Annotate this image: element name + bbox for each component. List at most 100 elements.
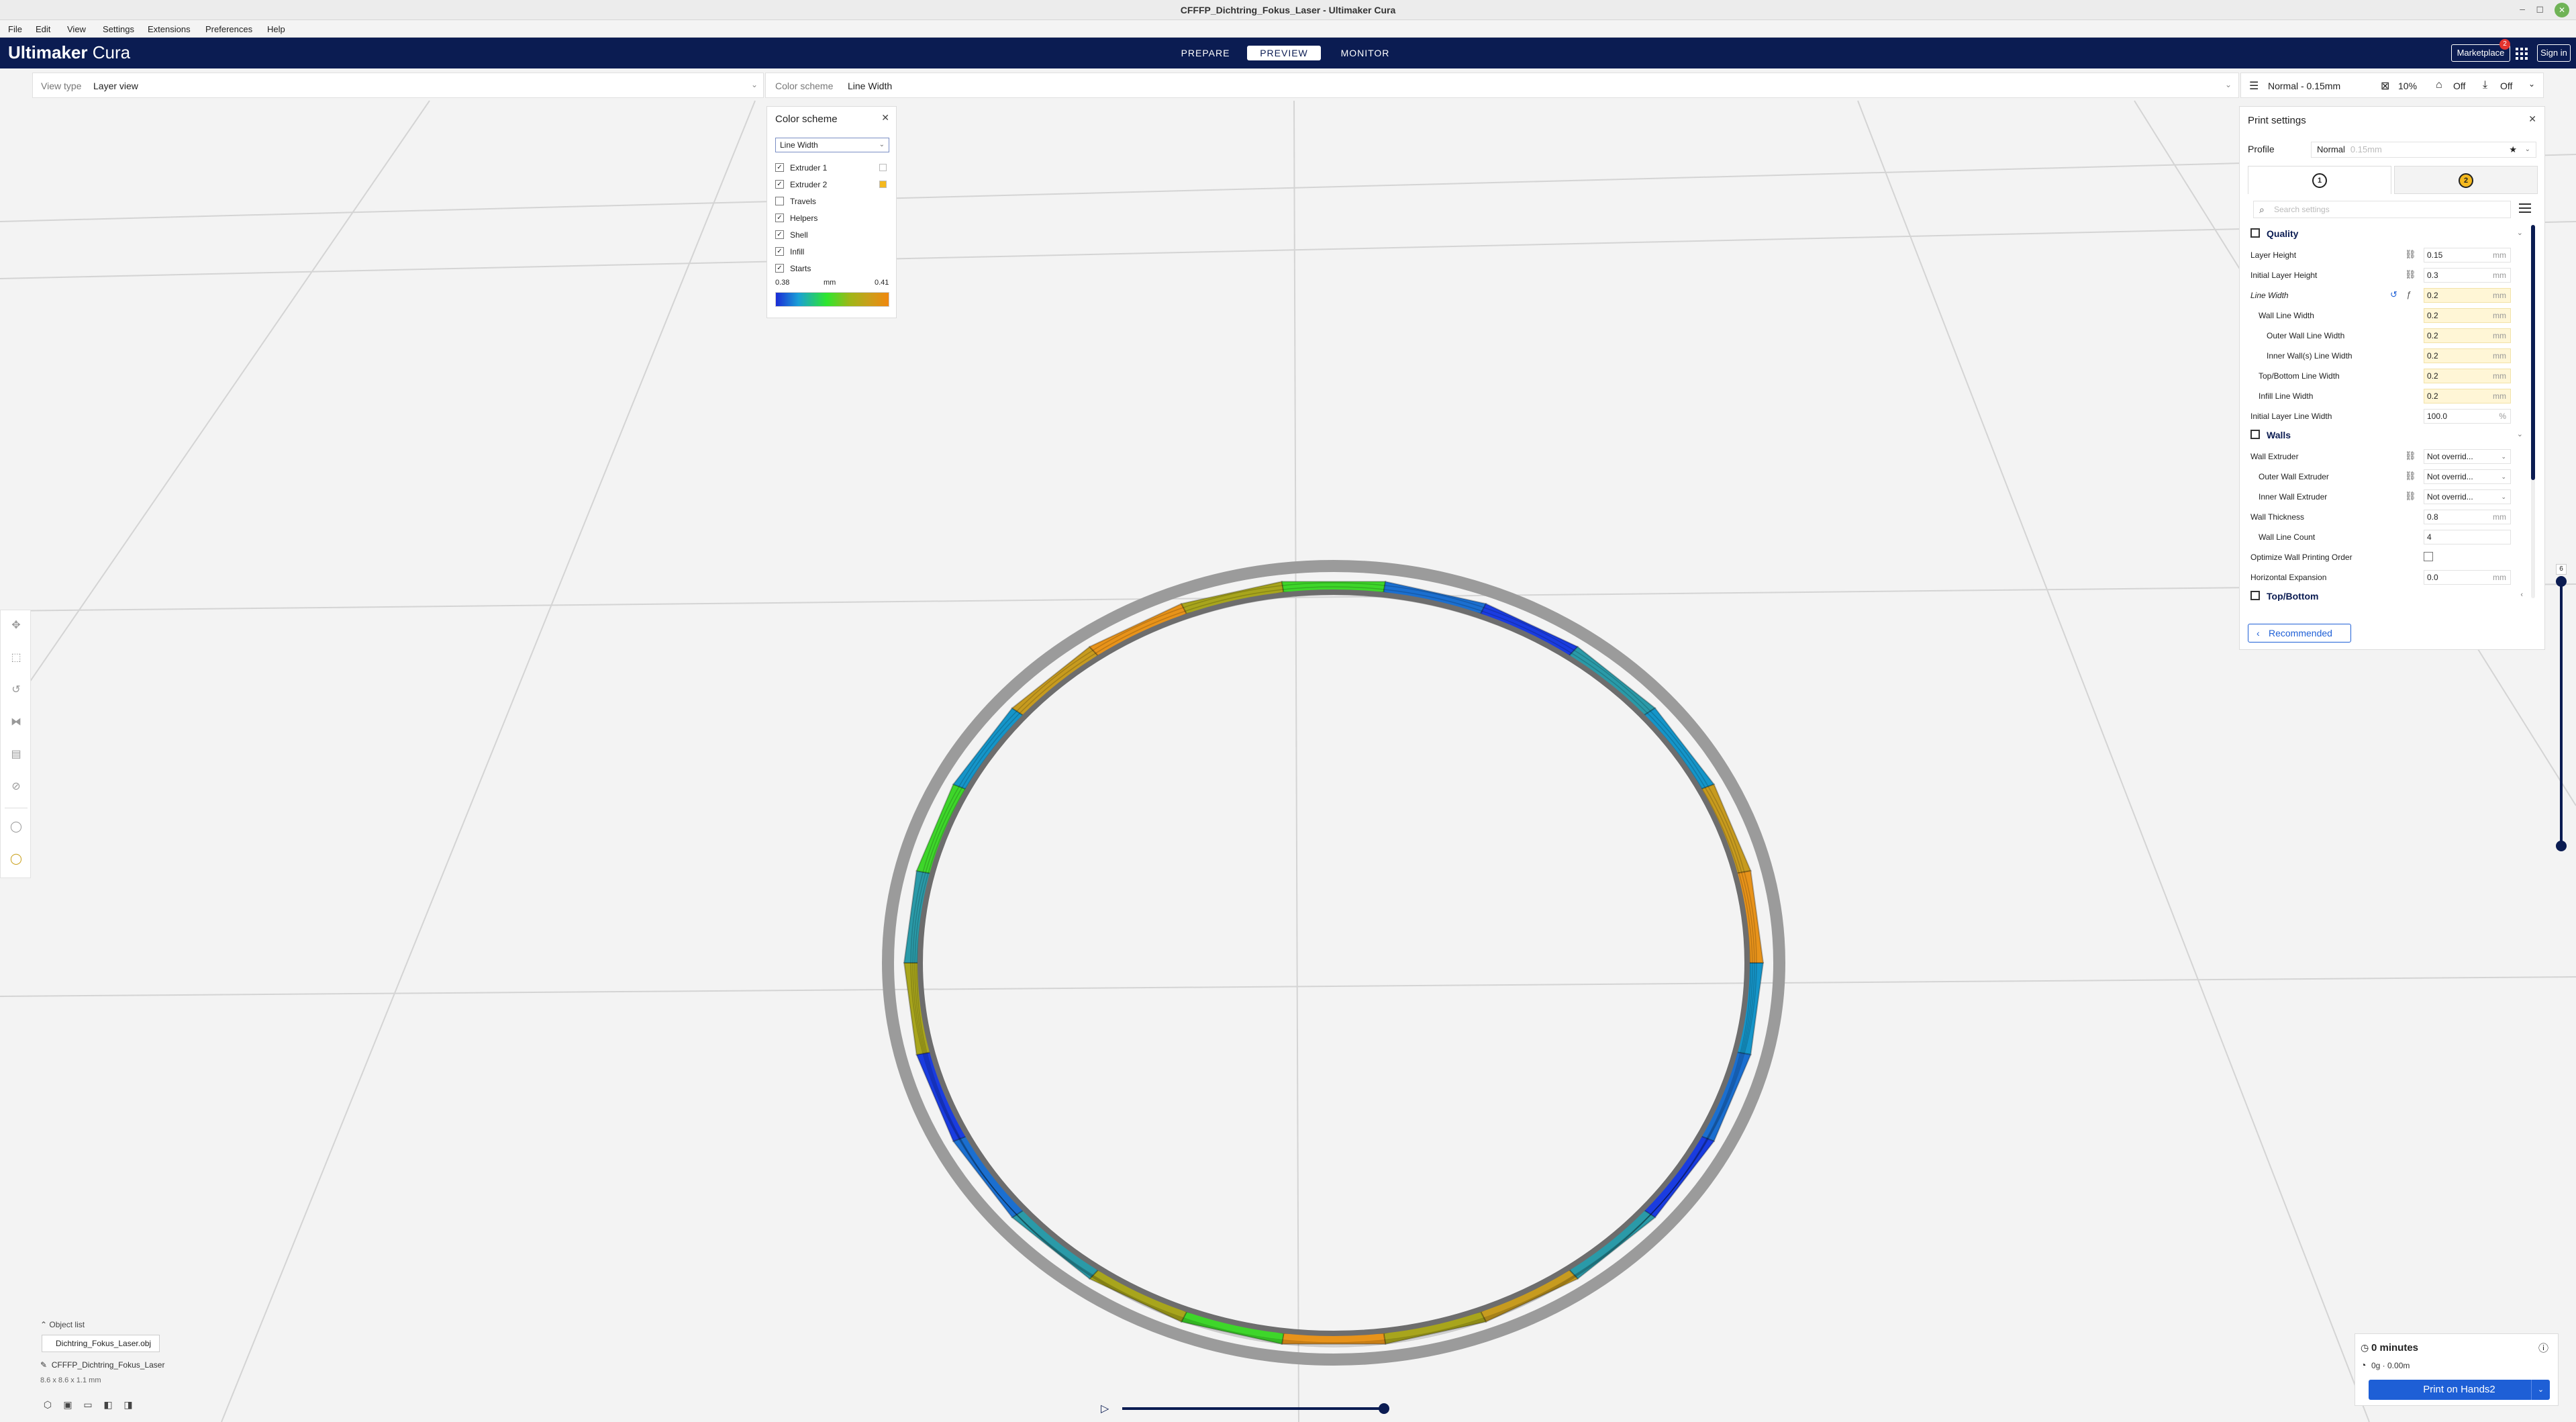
settings-list[interactable]: Quality ⌄ Layer Height ⛓ 0.15 mm Initial Layer…: [2248, 225, 2528, 601]
rotate-tool-icon[interactable]: ↺: [9, 683, 23, 698]
menu-file[interactable]: File: [8, 24, 22, 34]
layer-slider-track[interactable]: [2560, 579, 2563, 847]
color-scheme-select[interactable]: Line Width ⌄: [775, 138, 889, 152]
setting-row[interactable]: Line Width ↺ ƒ 0.2 mm: [2248, 285, 2528, 305]
chevron-down-icon[interactable]: ⌄: [2528, 79, 2535, 89]
menu-view[interactable]: View: [67, 24, 86, 34]
menu-preferences[interactable]: Preferences: [205, 24, 252, 34]
setting-row[interactable]: Top/Bottom Line Width 0.2 mm: [2248, 366, 2528, 386]
menu-settings[interactable]: Settings: [103, 24, 134, 34]
link-icon[interactable]: ⛓: [2405, 471, 2416, 481]
layer-slider[interactable]: 6: [2556, 564, 2567, 851]
setting-input[interactable]: 0.8 mm: [2424, 510, 2511, 524]
function-icon[interactable]: ƒ: [2406, 289, 2411, 299]
color-scheme-item[interactable]: ✓ Extruder 2: [775, 179, 889, 191]
setting-dropdown[interactable]: Not overrid... ⌄: [2424, 489, 2511, 504]
view-type-bar[interactable]: View type Layer view ⌄: [32, 73, 764, 98]
checkbox[interactable]: ✓: [775, 247, 784, 256]
link-icon[interactable]: ⛓: [2405, 269, 2416, 280]
setting-row[interactable]: Initial Layer Height ⛓ 0.3 mm: [2248, 265, 2528, 285]
color-scheme-value[interactable]: Line Width: [848, 81, 892, 91]
close-window-icon[interactable]: ✕: [2555, 3, 2569, 17]
stage-monitor[interactable]: MONITOR: [1334, 46, 1396, 60]
path-slider-track[interactable]: [1122, 1407, 1388, 1410]
checkbox[interactable]: ✓: [775, 214, 784, 222]
checkbox[interactable]: ✓: [775, 163, 784, 172]
per-model-settings-icon[interactable]: ▤: [9, 747, 23, 762]
link-icon[interactable]: ⛓: [2405, 491, 2416, 502]
reset-icon[interactable]: ↺: [2390, 289, 2397, 300]
category-walls[interactable]: Walls ⌄: [2248, 426, 2528, 444]
setting-row[interactable]: Outer Wall Line Width 0.2 mm: [2248, 326, 2528, 346]
minimize-icon[interactable]: –: [2520, 3, 2525, 14]
color-scheme-item[interactable]: Travels: [775, 195, 889, 207]
search-settings-input[interactable]: ⌕ Search settings: [2253, 201, 2511, 218]
chevron-down-icon[interactable]: ⌄: [751, 80, 758, 89]
menu-help[interactable]: Help: [267, 24, 285, 34]
setting-input[interactable]: 0.2 mm: [2424, 328, 2511, 343]
setting-row[interactable]: Outer Wall Extruder ⛓ Not overrid... ⌄: [2248, 467, 2528, 487]
color-scheme-bar[interactable]: Color scheme Line Width ⌄: [765, 73, 2239, 98]
left-view-icon[interactable]: ◧: [101, 1399, 115, 1411]
menu-edit[interactable]: Edit: [36, 24, 50, 34]
3d-view-icon[interactable]: ⬡: [40, 1399, 55, 1411]
color-scheme-item[interactable]: ✓ Infill: [775, 246, 889, 258]
recommended-button[interactable]: ‹ Recommended: [2248, 624, 2351, 643]
extruder-1-icon[interactable]: ◯: [9, 820, 23, 835]
move-tool-icon[interactable]: ✥: [9, 618, 23, 633]
category-top_bottom[interactable]: Top/Bottom ‹: [2248, 587, 2528, 601]
setting-input[interactable]: 0.2 mm: [2424, 389, 2511, 404]
support-blocker-icon[interactable]: ⊘: [9, 779, 23, 794]
color-scheme-item[interactable]: ✓ Helpers: [775, 212, 889, 224]
sliced-ring-model[interactable]: [882, 560, 1785, 1366]
setting-input[interactable]: 4: [2424, 530, 2511, 544]
extruder-2-icon[interactable]: ◯: [9, 852, 23, 867]
settings-scrollbar[interactable]: [2531, 225, 2535, 598]
setting-row[interactable]: Wall Extruder ⛓ Not overrid... ⌄: [2248, 446, 2528, 467]
checkbox[interactable]: ✓: [775, 230, 784, 239]
setting-dropdown[interactable]: Not overrid... ⌄: [2424, 469, 2511, 484]
profile-select[interactable]: Normal 0.15mm ★ ⌄: [2311, 142, 2536, 158]
layer-number[interactable]: 6: [2556, 564, 2567, 575]
info-icon[interactable]: ⓘ: [2538, 1341, 2548, 1355]
setting-input[interactable]: 0.15 mm: [2424, 248, 2511, 263]
3d-viewport[interactable]: [0, 68, 2576, 1422]
category-quality[interactable]: Quality ⌄: [2248, 225, 2528, 242]
right-view-icon[interactable]: ◨: [121, 1399, 136, 1411]
setting-row[interactable]: Wall Line Width 0.2 mm: [2248, 305, 2528, 326]
setting-input[interactable]: 0.0 mm: [2424, 570, 2511, 585]
stage-prepare[interactable]: PREPARE: [1176, 46, 1235, 60]
setting-row[interactable]: Wall Line Count 4: [2248, 527, 2528, 547]
setting-input[interactable]: 0.2 mm: [2424, 369, 2511, 383]
view-type-value[interactable]: Layer view: [93, 81, 138, 91]
checkbox[interactable]: [775, 197, 784, 205]
setting-row[interactable]: Layer Height ⛓ 0.15 mm: [2248, 245, 2528, 265]
play-icon[interactable]: ▷: [1101, 1402, 1109, 1415]
object-list-item[interactable]: Dichtring_Fokus_Laser.obj: [42, 1335, 160, 1352]
setting-dropdown[interactable]: Not overrid... ⌄: [2424, 449, 2511, 464]
setting-row[interactable]: Horizontal Expansion 0.0 mm: [2248, 567, 2528, 587]
maximize-icon[interactable]: ◻: [2536, 3, 2544, 15]
support-summary[interactable]: Off: [2453, 81, 2465, 91]
print-button[interactable]: Print on Hands2 ⌄: [2369, 1380, 2550, 1400]
setting-row[interactable]: Infill Line Width 0.2 mm: [2248, 386, 2528, 406]
link-icon[interactable]: ⛓: [2405, 249, 2416, 260]
tab-extruder-1[interactable]: 1: [2248, 166, 2391, 194]
chevron-down-icon[interactable]: ⌄: [2531, 1380, 2550, 1400]
color-scheme-item[interactable]: ✓ Starts: [775, 263, 889, 275]
setting-input[interactable]: 0.2 mm: [2424, 348, 2511, 363]
link-icon[interactable]: ⛓: [2405, 451, 2416, 461]
layer-slider-bottom-handle[interactable]: [2556, 841, 2567, 851]
setting-checkbox[interactable]: [2424, 552, 2433, 561]
close-icon[interactable]: ✕: [881, 112, 889, 124]
chevron-down-icon[interactable]: ⌄: [2225, 80, 2232, 89]
front-view-icon[interactable]: ▣: [60, 1399, 75, 1411]
setting-row[interactable]: Optimize Wall Printing Order: [2248, 547, 2528, 567]
profile-summary[interactable]: Normal - 0.15mm: [2268, 81, 2340, 91]
top-view-icon[interactable]: ▭: [81, 1399, 95, 1411]
setting-input[interactable]: 0.3 mm: [2424, 268, 2511, 283]
setting-row[interactable]: Wall Thickness 0.8 mm: [2248, 507, 2528, 527]
menu-extensions[interactable]: Extensions: [148, 24, 191, 34]
adhesion-summary[interactable]: Off: [2500, 81, 2512, 91]
path-slider-handle[interactable]: [1379, 1403, 1389, 1414]
